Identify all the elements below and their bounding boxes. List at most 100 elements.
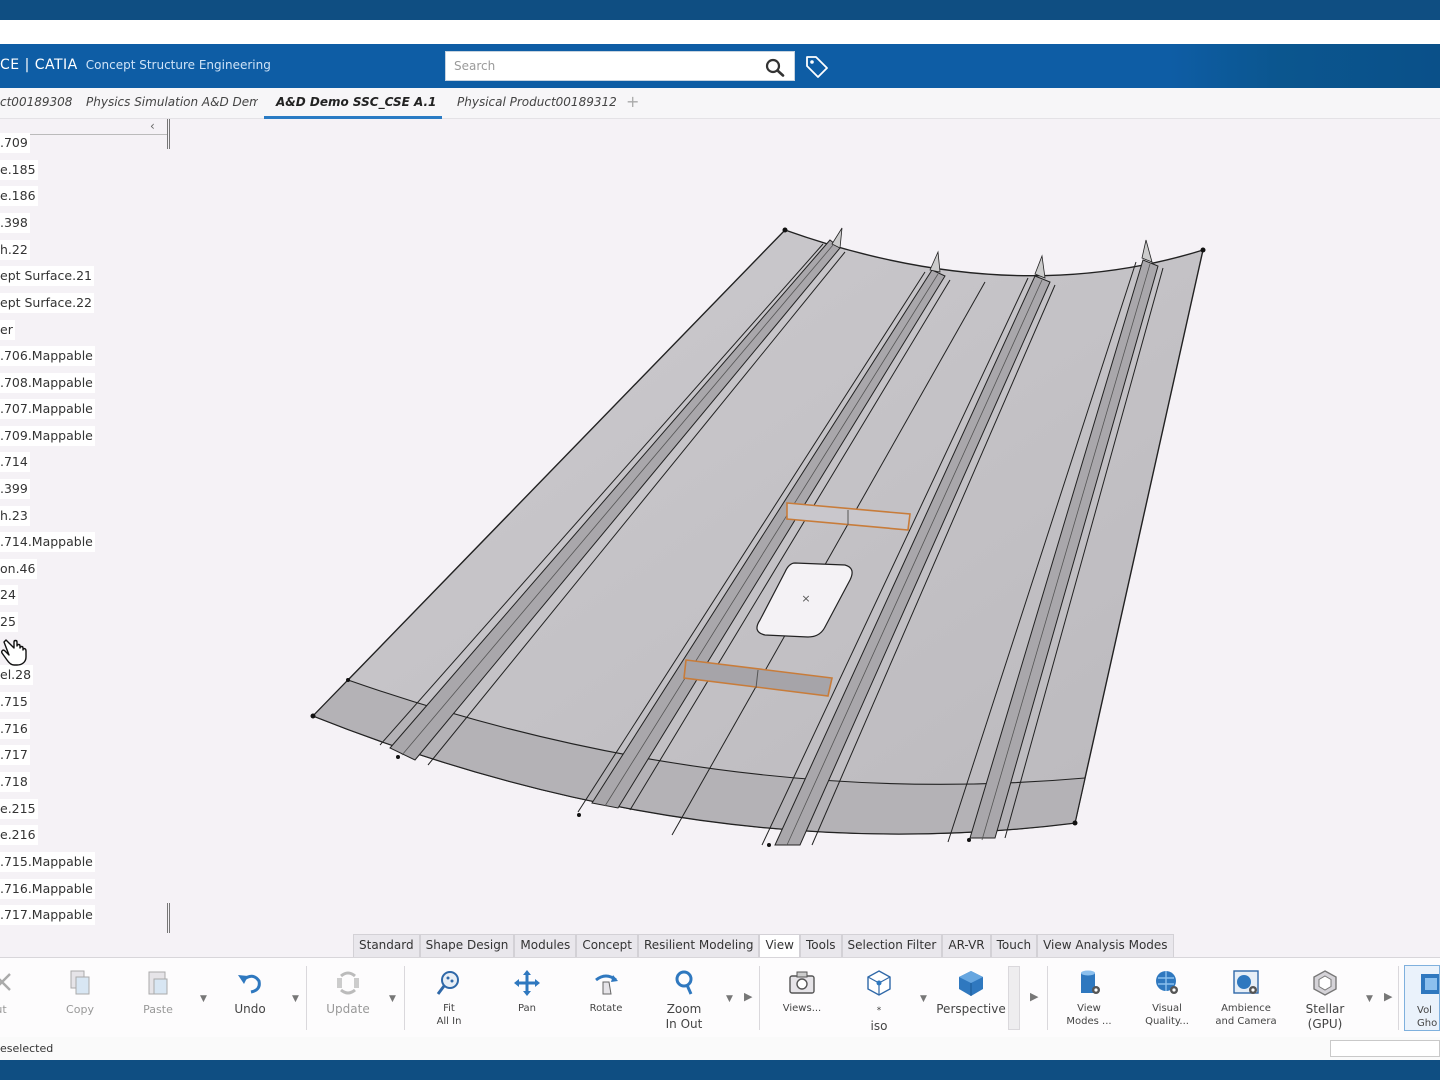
ribbon-tab-resilient-modeling[interactable]: Resilient Modeling <box>637 934 760 957</box>
visual-quality-label-2: Quality... <box>1145 1016 1189 1027</box>
stellar-dropdown-icon[interactable]: ▼ <box>1366 994 1373 1004</box>
tree-item[interactable]: 25 <box>0 612 18 632</box>
ribbon-tab-standard[interactable]: Standard <box>353 934 420 957</box>
ribbon-tab-concept[interactable]: Concept <box>576 934 638 957</box>
views-button[interactable]: Views... <box>767 964 837 1034</box>
ribbon-tab-modules[interactable]: Modules <box>514 934 577 957</box>
specification-tree: ‹ .709 e.185 e.186 .398 h.22 ept Surface.21 ep… <box>0 119 172 939</box>
scissors-icon <box>0 973 11 991</box>
ambience-and-camera-button[interactable]: Ambience and Camera <box>1211 964 1281 1034</box>
paste-button[interactable]: Paste <box>123 964 193 1034</box>
perspective-button[interactable]: Perspective <box>936 964 1006 1034</box>
status-bar: eselected <box>0 1037 1440 1060</box>
tree-item[interactable]: ept Surface.22 <box>0 293 94 313</box>
stellar-gpu-button[interactable]: Stellar (GPU) <box>1290 964 1360 1034</box>
tree-item[interactable]: .398 <box>0 213 30 233</box>
expand-right-icon[interactable]: ▶ <box>1030 990 1038 1003</box>
tag-icon[interactable] <box>804 54 830 78</box>
search-icon[interactable] <box>764 57 788 77</box>
update-dropdown-icon[interactable]: ▼ <box>389 994 396 1004</box>
tab-physical-product-00189312[interactable]: Physical Product00189312 <box>457 88 617 119</box>
tree-item[interactable]: .716 <box>0 719 30 739</box>
tree-item[interactable]: e.216 <box>0 825 38 845</box>
view-modes-button[interactable]: View Modes ... <box>1054 964 1124 1034</box>
tree-item[interactable]: ept Surface.21 <box>0 266 94 286</box>
tree-item[interactable]: .709.Mappable <box>0 426 95 446</box>
expand-right-icon[interactable]: ▶ <box>744 990 752 1003</box>
svg-text:×: × <box>801 592 810 605</box>
undo-icon <box>238 974 261 994</box>
pan-button[interactable]: Pan <box>492 964 562 1034</box>
tree-item[interactable]: h.22 <box>0 240 30 260</box>
perspective-cube-icon <box>959 971 983 996</box>
search-box <box>445 51 795 81</box>
rotate-button[interactable]: Rotate <box>571 964 641 1034</box>
vol-label-1: Vol <box>1417 1005 1432 1016</box>
ribbon-tab-ar-vr[interactable]: AR-VR <box>942 934 991 957</box>
tree-item[interactable]: .706.Mappable <box>0 346 95 366</box>
update-button[interactable]: Update <box>313 964 383 1034</box>
fit-all-icon <box>436 971 459 995</box>
tree-item[interactable]: .714.Mappable <box>0 532 95 552</box>
search-input[interactable] <box>446 52 761 80</box>
ribbon-tab-view[interactable]: View <box>759 934 800 957</box>
vol-label-2: Gho <box>1417 1018 1438 1029</box>
tab-physics-simulation[interactable]: Physics Simulation A&D Dem <box>86 88 258 119</box>
tree-item[interactable]: .709 <box>0 133 30 153</box>
undo-button[interactable]: Undo <box>215 964 285 1034</box>
ribbon-tab-tools[interactable]: Tools <box>799 934 842 957</box>
tree-item[interactable]: .715.Mappable <box>0 852 95 872</box>
tree-item[interactable]: .399 <box>0 479 30 499</box>
paste-icon <box>148 971 168 995</box>
document-tab-bar: ct00189308 Physics Simulation A&D Dem A&… <box>0 88 1440 119</box>
ribbon-scroll-handle[interactable] <box>1008 966 1020 1030</box>
iso-view-button[interactable]: * iso <box>844 964 914 1034</box>
tree-item[interactable]: .714 <box>0 452 30 472</box>
tab-ad-demo-ssc-cse[interactable]: A&D Demo SSC_CSE A.1 <box>264 88 442 119</box>
tree-item[interactable]: h.23 <box>0 506 30 526</box>
tree-item[interactable]: er <box>0 320 15 340</box>
ambience-label-1: Ambience <box>1221 1003 1271 1014</box>
tree-item[interactable]: 24 <box>0 585 18 605</box>
tree-item[interactable]: e.215 <box>0 799 38 819</box>
add-tab-icon[interactable]: + <box>626 92 639 111</box>
tree-scrollbar-top[interactable] <box>167 119 170 149</box>
tree-item[interactable]: .716.Mappable <box>0 879 95 899</box>
3d-viewport[interactable]: × <box>175 119 1440 934</box>
ribbon-tab-view-analysis-modes[interactable]: View Analysis Modes <box>1037 934 1174 957</box>
fit-all-in-button[interactable]: Fit All In <box>414 964 484 1034</box>
ribbon-tab-shape-design[interactable]: Shape Design <box>419 934 515 957</box>
iso-label: iso <box>870 1019 888 1033</box>
tab-product-00189308[interactable]: ct00189308 <box>0 88 78 119</box>
view-modes-icon <box>1081 970 1100 994</box>
zoom-dropdown-icon[interactable]: ▼ <box>726 994 733 1004</box>
tree-item[interactable]: .707.Mappable <box>0 399 95 419</box>
tree-scrollbar-bottom[interactable] <box>167 903 170 933</box>
undo-dropdown-icon[interactable]: ▼ <box>292 994 299 1004</box>
cut-button[interactable]: ut <box>0 964 36 1034</box>
zoom-label-2: In Out <box>665 1017 703 1031</box>
tree-item[interactable]: e.186 <box>0 186 38 206</box>
status-command-input[interactable] <box>1330 1040 1440 1057</box>
top-frame-bar <box>0 0 1440 20</box>
tree-item[interactable]: .718 <box>0 772 30 792</box>
ribbon-tab-touch[interactable]: Touch <box>990 934 1038 957</box>
fit-label-2: All In <box>436 1016 462 1027</box>
zoom-label-1: Zoom <box>666 1002 702 1016</box>
visual-quality-button[interactable]: Visual Quality... <box>1132 964 1202 1034</box>
ambience-label-2: and Camera <box>1215 1016 1277 1027</box>
tree-item[interactable]: on.46 <box>0 559 38 579</box>
structural-panel-model[interactable]: × <box>175 119 1440 934</box>
tree-item[interactable]: .708.Mappable <box>0 373 95 393</box>
collapse-tree-icon[interactable]: ‹ <box>150 119 155 133</box>
tree-item[interactable]: .715 <box>0 692 30 712</box>
tree-item[interactable]: .717.Mappable <box>0 905 95 925</box>
zoom-in-out-button[interactable]: Zoom In Out <box>649 964 719 1034</box>
tree-item[interactable]: .717 <box>0 745 30 765</box>
copy-button[interactable]: Copy <box>45 964 115 1034</box>
expand-right-icon[interactable]: ▶ <box>1384 990 1392 1003</box>
volume-ghost-button[interactable]: Vol Gho <box>1404 965 1440 1031</box>
stellar-label-2: (GPU) <box>1307 1017 1343 1031</box>
tree-item[interactable]: e.185 <box>0 160 38 180</box>
ribbon-tab-selection-filter[interactable]: Selection Filter <box>841 934 943 957</box>
